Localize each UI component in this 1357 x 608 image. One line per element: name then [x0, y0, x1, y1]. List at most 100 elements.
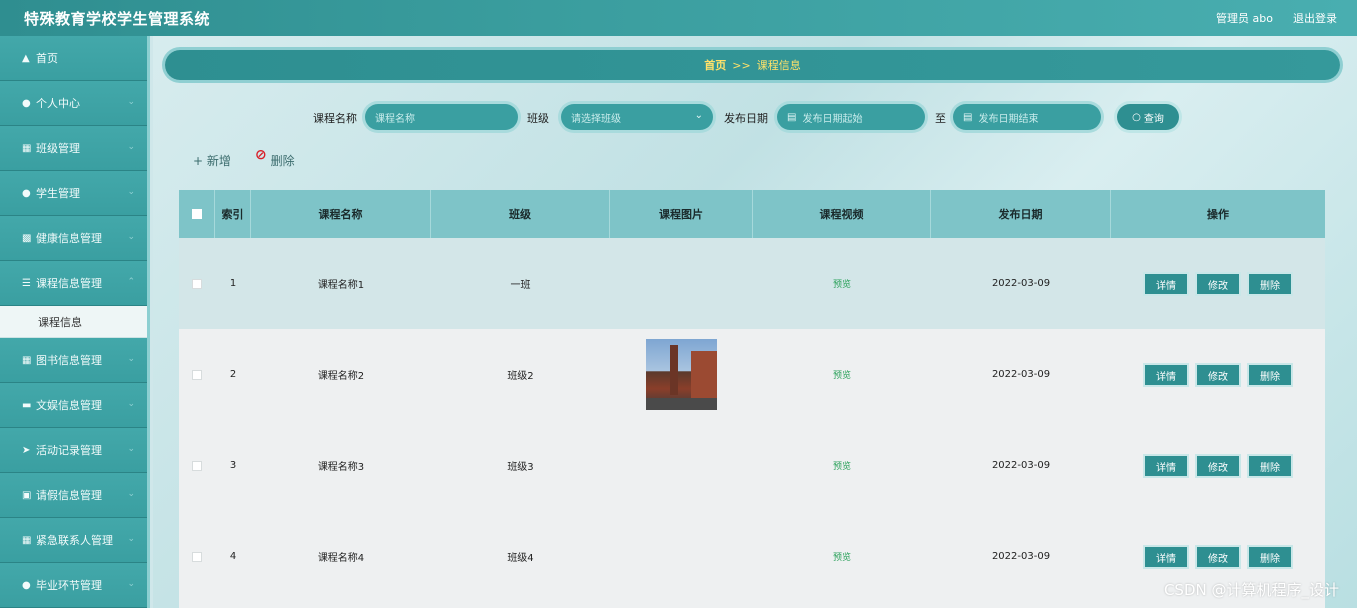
cell-date: 2022-03-09 — [991, 369, 1051, 380]
calendar-icon: ▤ — [787, 111, 797, 123]
edit-button[interactable]: 修改 — [1197, 365, 1239, 385]
cell-course-name: 课程名称4 — [317, 553, 365, 564]
row-delete-button[interactable]: 删除 — [1249, 365, 1291, 385]
sidebar-item-activity-records[interactable]: ➤ 活动记录管理 ⌄ — [0, 428, 147, 473]
sidebar-item-label: 首页 — [36, 52, 58, 65]
detail-button[interactable]: 详情 — [1145, 274, 1187, 294]
edit-button[interactable]: 修改 — [1197, 547, 1239, 567]
sidebar-item-book-info[interactable]: ▦ 图书信息管理 ⌄ — [0, 338, 147, 383]
row-checkbox[interactable] — [192, 460, 202, 471]
table-row: 4 课程名称4 班级4 预览 2022-03-09 详情 修改 删除 — [179, 511, 1325, 602]
cell-image — [610, 238, 753, 329]
video-preview-link[interactable]: 预览 — [833, 550, 851, 563]
sidebar-item-emergency-contacts[interactable]: ▦ 紧急联系人管理 ⌄ — [0, 518, 147, 563]
date-start-placeholder: 发布日期起始 — [802, 113, 863, 125]
logout-link[interactable]: 退出登录 — [1293, 10, 1337, 26]
table-row: 3 课程名称3 班级3 预览 2022-03-09 详情 修改 删除 — [179, 420, 1325, 511]
user-icon: ● — [22, 579, 31, 591]
user-icon: ● — [22, 97, 31, 109]
sidebar-item-personal-center[interactable]: ● 个人中心 ⌄ — [0, 81, 147, 126]
chevron-down-icon: ⌄ — [127, 444, 135, 454]
cell-course-name: 课程名称2 — [317, 371, 365, 382]
sidebar-item-health-info[interactable]: ▩ 健康信息管理 ⌄ — [0, 216, 147, 261]
date-end-input[interactable]: ▤ 发布日期结束 — [953, 104, 1101, 130]
row-checkbox[interactable] — [192, 369, 202, 380]
row-delete-button[interactable]: 删除 — [1249, 274, 1291, 294]
sidebar-item-label: 班级管理 — [36, 142, 80, 155]
cell-index: 2 — [229, 369, 237, 380]
chevron-down-icon: ⌄ — [694, 110, 703, 121]
chevron-down-icon: ⌄ — [127, 534, 135, 544]
add-button-label: 新增 — [206, 154, 231, 168]
date-end-placeholder: 发布日期结束 — [978, 113, 1039, 125]
detail-button[interactable]: 详情 — [1145, 365, 1187, 385]
sidebar-item-label: 文娱信息管理 — [36, 399, 102, 412]
chevron-down-icon: ⌄ — [127, 399, 135, 409]
course-name-label: 课程名称 — [313, 112, 357, 125]
detail-button[interactable]: 详情 — [1145, 456, 1187, 476]
sidebar-item-course-info[interactable]: ☰ 课程信息管理 ⌃ — [0, 261, 147, 306]
sidebar-item-student-management[interactable]: ● 学生管理 ⌄ — [0, 171, 147, 216]
select-all-checkbox[interactable] — [191, 209, 202, 219]
cell-image — [610, 511, 753, 602]
date-start-input[interactable]: ▤ 发布日期起始 — [777, 104, 925, 130]
class-select-placeholder: 请选择班级 — [571, 113, 621, 125]
cell-class: 一班 — [510, 280, 531, 291]
cell-index: 4 — [229, 551, 237, 562]
calendar-icon: ▤ — [963, 111, 973, 123]
search-icon: ○ — [1132, 111, 1141, 123]
edit-button[interactable]: 修改 — [1197, 456, 1239, 476]
sidebar-item-leave-info[interactable]: ▣ 请假信息管理 ⌄ — [0, 473, 147, 518]
delete-button-label: 删除 — [270, 154, 295, 168]
course-name-placeholder: 课程名称 — [375, 113, 415, 125]
user-icon: ● — [22, 187, 31, 199]
class-select[interactable]: 请选择班级 ⌄ — [561, 104, 713, 130]
row-delete-button[interactable]: 删除 — [1249, 456, 1291, 476]
row-delete-button[interactable]: 删除 — [1249, 547, 1291, 567]
video-preview-link[interactable]: 预览 — [833, 459, 851, 472]
sidebar-item-label: 图书信息管理 — [36, 354, 102, 367]
course-table: 索引 课程名称 班级 课程图片 课程视频 发布日期 操作 1 课程名称1 一班 … — [179, 190, 1325, 608]
sidebar-item-label: 课程信息管理 — [36, 277, 102, 290]
sidebar-item-label: 紧急联系人管理 — [36, 534, 113, 547]
delete-button[interactable]: ⊘ 删除 — [255, 147, 315, 169]
send-icon: ➤ — [22, 444, 31, 456]
detail-button[interactable]: 详情 — [1145, 547, 1187, 567]
cell-date: 2022-03-09 — [991, 278, 1051, 289]
select-all-cell — [179, 190, 215, 238]
breadcrumb-home[interactable]: 首页 — [704, 57, 726, 73]
header-date: 发布日期 — [931, 190, 1111, 238]
row-checkbox[interactable] — [192, 551, 202, 562]
course-name-input[interactable]: 课程名称 — [365, 104, 518, 130]
query-button[interactable]: ○ 查询 — [1117, 104, 1179, 130]
cell-class: 班级3 — [507, 462, 534, 473]
cell-index: 3 — [229, 460, 237, 471]
sidebar-item-class-management[interactable]: ▦ 班级管理 ⌄ — [0, 126, 147, 171]
chevron-down-icon: ⌄ — [127, 489, 135, 499]
course-image-thumbnail[interactable] — [646, 339, 717, 410]
edit-button[interactable]: 修改 — [1197, 274, 1239, 294]
sidebar-item-home[interactable]: ▲ 首页 — [0, 36, 147, 81]
video-preview-link[interactable]: 预览 — [833, 368, 851, 381]
bar-chart-icon: ▩ — [22, 232, 32, 244]
table-header: 索引 课程名称 班级 课程图片 课程视频 发布日期 操作 — [179, 190, 1325, 238]
chevron-down-icon: ⌄ — [127, 187, 135, 197]
cell-index: 1 — [229, 278, 237, 289]
video-preview-link[interactable]: 预览 — [833, 277, 851, 290]
table-row: 2 课程名称2 班级2 预览 2022-03-09 详情 修改 删除 — [179, 329, 1325, 420]
cell-course-name: 课程名称3 — [317, 462, 365, 473]
chevron-up-icon: ⌃ — [127, 277, 135, 287]
grid-icon: ▦ — [22, 142, 32, 154]
add-button[interactable]: + 新增 — [193, 152, 253, 169]
table-row: 1 课程名称1 一班 预览 2022-03-09 详情 修改 删除 — [179, 238, 1325, 329]
sidebar-item-entertainment-info[interactable]: ▬ 文娱信息管理 ⌄ — [0, 383, 147, 428]
sidebar-item-graduation[interactable]: ● 毕业环节管理 ⌄ — [0, 563, 147, 608]
list-icon: ☰ — [22, 277, 31, 289]
breadcrumb-current: 课程信息 — [756, 59, 801, 72]
chevron-down-icon: ⌄ — [127, 579, 135, 589]
row-checkbox[interactable] — [192, 278, 202, 289]
chevron-down-icon: ⌄ — [127, 142, 135, 152]
cell-image — [610, 420, 753, 511]
sidebar-subitem-course-info[interactable]: 课程信息 — [0, 306, 147, 338]
main-content: 首页 >> 课程信息 课程名称 课程名称 班级 请选择班级 ⌄ 发布日期 ▤ 发… — [153, 36, 1357, 608]
